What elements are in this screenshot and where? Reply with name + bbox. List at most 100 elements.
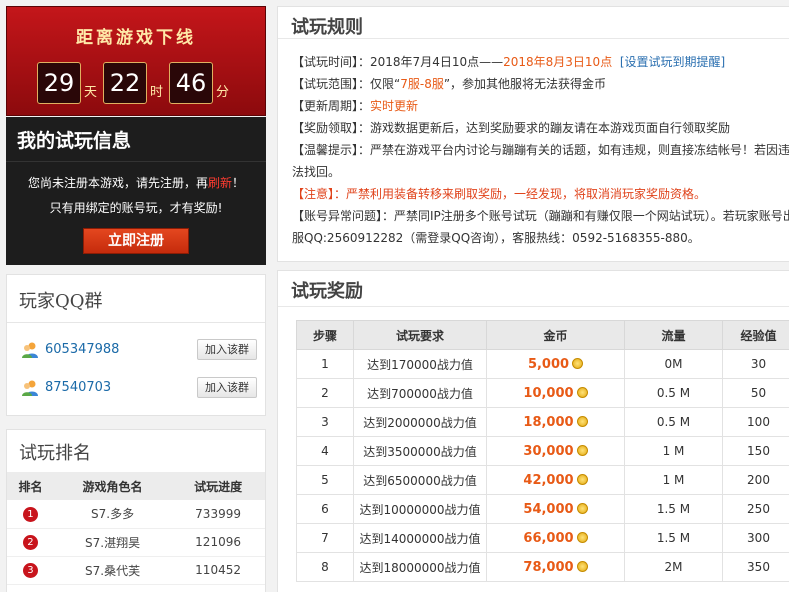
role-name: S7.方蒋怜	[53, 584, 172, 592]
coin-icon	[576, 386, 588, 398]
gold-amount: 10,000	[523, 385, 574, 401]
gold-cell: 66,000	[486, 523, 625, 553]
rule-abnormal-cont: 服QQ:2560912282（需登录QQ咨询），客服热线：0592-516835…	[292, 231, 700, 245]
exp-cell: 300	[722, 523, 789, 553]
join-group-button[interactable]: 加入该群	[197, 377, 257, 398]
set-reminder-link[interactable]: [设置试玩到期提醒]	[620, 55, 725, 69]
trial-rewards-panel: 试玩奖励 步骤 试玩要求 金币 流量 经验值 1 达到170000战力值 5,0…	[277, 270, 789, 592]
register-button[interactable]: 立即注册	[83, 228, 189, 254]
trial-rules-panel: 试玩规则 【试玩时间】：2018年7月4日10点——2018年8月3日10点 […	[277, 6, 789, 262]
rule-range-a: 仅限“	[370, 77, 401, 91]
gold-cell: 5,000	[486, 349, 625, 379]
table-row: 4 S7.方蒋怜 106082	[7, 584, 265, 592]
table-row: 1 达到170000战力值 5,000 0M 30	[296, 349, 789, 379]
trial-info-title: 我的试玩信息	[6, 117, 266, 162]
traffic-cell: 1.5 M	[624, 523, 723, 553]
join-group-button[interactable]: 加入该群	[197, 339, 257, 360]
rule-claim-text: 游戏数据更新后，达到奖励要求的蹦友请在本游戏页面自行领取奖励	[370, 121, 731, 135]
refresh-link[interactable]: 刷新	[208, 176, 232, 190]
requirement-cell: 达到18000000战力值	[353, 552, 487, 582]
countdown-banner: 距离游戏下线 29 天 22 时 46 分	[6, 6, 266, 116]
header-step: 步骤	[296, 320, 354, 350]
qq-group-number[interactable]: 87540703	[45, 380, 111, 395]
rank-cell: 1	[7, 500, 54, 529]
qq-group-number[interactable]: 605347988	[45, 342, 119, 357]
ranking-header-name: 游戏角色名	[53, 472, 172, 500]
coin-icon	[576, 444, 588, 456]
requirement-cell: 达到14000000战力值	[353, 523, 487, 553]
gold-cell: 78,000	[486, 552, 625, 582]
requirement-cell: 达到2000000战力值	[353, 407, 487, 437]
ranking-panel: 试玩排名 排名 游戏角色名 试玩进度 1 S7.多多 733999 2 S7.湛…	[6, 429, 266, 592]
traffic-cell: 0.5 M	[624, 407, 723, 437]
register-hint-text: 您尚未注册本游戏，请先注册，再	[27, 176, 208, 190]
trial-progress: 121096	[171, 528, 265, 557]
table-row: 4 达到3500000战力值 30,000 1 M 150	[296, 436, 789, 466]
qq-group-title: 玩家QQ群	[7, 275, 265, 323]
rank-cell: 2	[7, 528, 54, 557]
role-name: S7.湛翔昊	[53, 528, 172, 557]
traffic-cell: 2M	[624, 552, 723, 582]
trial-progress: 733999	[171, 500, 265, 529]
gold-amount: 5,000	[527, 356, 570, 372]
rule-cycle-value: 实时更新	[370, 99, 419, 113]
gold-cell: 10,000	[486, 378, 625, 408]
traffic-cell: 1.5 M	[624, 494, 723, 524]
countdown-digits: 29 天 22 时 46 分	[7, 62, 265, 104]
table-row: 8 达到18000000战力值 78,000 2M 350	[296, 552, 789, 582]
ranking-header-row: 排名 游戏角色名 试玩进度	[7, 472, 265, 500]
qq-group-panel: 玩家QQ群 605347988 加入该群 87540703 加入该群	[6, 274, 266, 416]
header-traffic: 流量	[624, 320, 723, 350]
gold-cell: 30,000	[486, 436, 625, 466]
coin-icon	[576, 415, 588, 427]
role-name: S7.桑代芙	[53, 556, 172, 585]
gold-amount: 54,000	[523, 501, 574, 517]
rule-time: 【试玩时间】：2018年7月4日10点——2018年8月3日10点 [设置试玩到…	[292, 51, 789, 73]
countdown-title: 距离游戏下线	[76, 28, 196, 48]
ranking-header-progress: 试玩进度	[171, 472, 265, 500]
trial-rules-title: 试玩规则	[278, 7, 789, 39]
table-row: 3 达到2000000战力值 18,000 0.5 M 100	[296, 407, 789, 437]
table-row: 6 达到10000000战力值 54,000 1.5 M 250	[296, 494, 789, 524]
countdown-days: 29	[36, 62, 81, 104]
rule-cycle-label: 【更新周期】：	[292, 99, 371, 113]
users-icon	[22, 342, 38, 358]
rule-tip-label: 【温馨提示】：	[292, 143, 371, 157]
step-cell: 3	[296, 407, 354, 437]
gold-cell: 18,000	[486, 407, 625, 437]
rank-badge: 1	[22, 506, 38, 522]
countdown-hour-unit: 时	[149, 85, 163, 100]
rule-abnormal-label: 【账号异常问题】：	[292, 209, 395, 223]
traffic-cell: 1 M	[624, 436, 723, 466]
exp-cell: 200	[722, 465, 789, 495]
header-exp: 经验值	[722, 320, 789, 350]
rule-range-server: 7服-8服	[400, 77, 444, 91]
rewards-table: 步骤 试玩要求 金币 流量 经验值 1 达到170000战力值 5,000 0M…	[296, 320, 789, 582]
traffic-cell: 0M	[624, 349, 723, 379]
gold-amount: 42,000	[523, 472, 574, 488]
trial-rewards-title: 试玩奖励	[278, 271, 789, 307]
requirement-cell: 达到700000战力值	[353, 378, 487, 408]
users-icon	[22, 380, 38, 396]
rule-claim-label: 【奖励领取】：	[292, 121, 371, 135]
gold-amount: 78,000	[523, 559, 574, 575]
rule-range-label: 【试玩范围】：	[292, 77, 371, 91]
ranking-title: 试玩排名	[19, 443, 91, 464]
table-row: 1 S7.多多 733999	[7, 500, 265, 529]
rule-notice: 【注意】：严禁利用装备转移来刷取奖励，一经发现，将取消消玩家奖励资格。	[292, 187, 707, 201]
requirement-cell: 达到10000000战力值	[353, 494, 487, 524]
coin-icon	[576, 473, 588, 485]
table-row: 5 达到6500000战力值 42,000 1 M 200	[296, 465, 789, 495]
rule-range-b: ”，参加其他服将无法获得金币	[443, 77, 607, 91]
step-cell: 6	[296, 494, 354, 524]
coin-icon	[572, 357, 584, 369]
qq-group-row: 605347988 加入该群	[7, 331, 265, 369]
requirement-cell: 达到6500000战力值	[353, 465, 487, 495]
step-cell: 8	[296, 552, 354, 582]
rewards-header-row: 步骤 试玩要求 金币 流量 经验值	[296, 320, 789, 350]
gold-amount: 18,000	[523, 414, 574, 430]
table-row: 2 S7.湛翔昊 121096	[7, 528, 265, 557]
rule-abnormal-text: 严禁同IP注册多个账号试玩（蹦蹦和有赚仅限一个网站试玩）。若玩家账号出现异常，	[394, 209, 789, 223]
register-hint: 您尚未注册本游戏，请先注册，再刷新！	[6, 174, 266, 191]
rule-tip-cont: 法找回。	[292, 165, 341, 179]
